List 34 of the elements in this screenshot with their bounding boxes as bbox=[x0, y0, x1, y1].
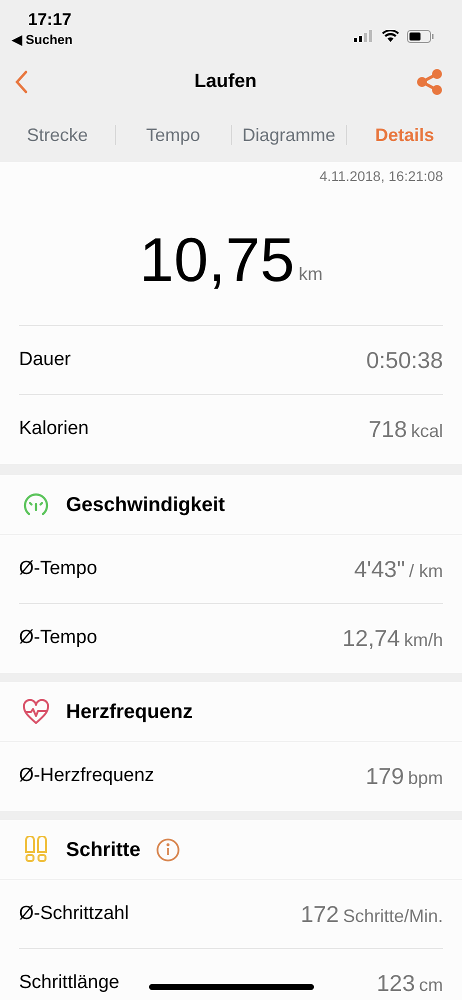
tab[interactable]: Details bbox=[347, 108, 462, 162]
row-value: 0:50:38 bbox=[366, 346, 443, 375]
row-value: 718 kcal bbox=[368, 415, 443, 444]
info-icon[interactable] bbox=[156, 838, 180, 862]
footprints-icon bbox=[22, 836, 50, 864]
section-title: Schritte bbox=[66, 838, 140, 862]
row-value: 4'43" / km bbox=[354, 554, 443, 584]
row-label: Ø-Tempo bbox=[19, 626, 98, 650]
row-label: Ø-Schrittzahl bbox=[19, 902, 129, 926]
date-time: 4.11.2018, 16:21:08 bbox=[319, 167, 443, 186]
section-title: Herzfrequenz bbox=[66, 700, 193, 724]
tab[interactable]: Diagramme bbox=[232, 108, 346, 162]
status-time: 17:17 bbox=[28, 10, 72, 30]
row-value: 123 cm bbox=[376, 969, 443, 998]
row-value: 172 Schritte/Min. bbox=[300, 900, 443, 929]
share-button[interactable] bbox=[417, 69, 443, 95]
distance-value: 10,75 bbox=[139, 230, 295, 292]
wifi-icon bbox=[382, 30, 399, 42]
row-value: 12,74 km/h bbox=[342, 624, 443, 654]
page-title: Laufen bbox=[194, 70, 257, 94]
heart-rate-icon bbox=[22, 698, 50, 724]
distance-unit: km bbox=[298, 263, 323, 286]
row-label: Ø-Herzfrequenz bbox=[19, 764, 154, 788]
section-title: Geschwindigkeit bbox=[66, 492, 225, 518]
row-label: Schrittlänge bbox=[19, 971, 120, 996]
row-label: Ø-Tempo bbox=[19, 556, 98, 581]
row-label: Dauer bbox=[19, 348, 71, 372]
tab[interactable]: Strecke bbox=[0, 108, 115, 162]
battery-icon bbox=[407, 30, 434, 42]
tab[interactable]: Tempo bbox=[116, 108, 230, 162]
row-label: Kalorien bbox=[19, 417, 89, 442]
signal-icon bbox=[354, 30, 374, 42]
back-to-app-link[interactable]: ◀ Suchen bbox=[12, 30, 73, 50]
row-value: 179 bpm bbox=[366, 762, 443, 792]
